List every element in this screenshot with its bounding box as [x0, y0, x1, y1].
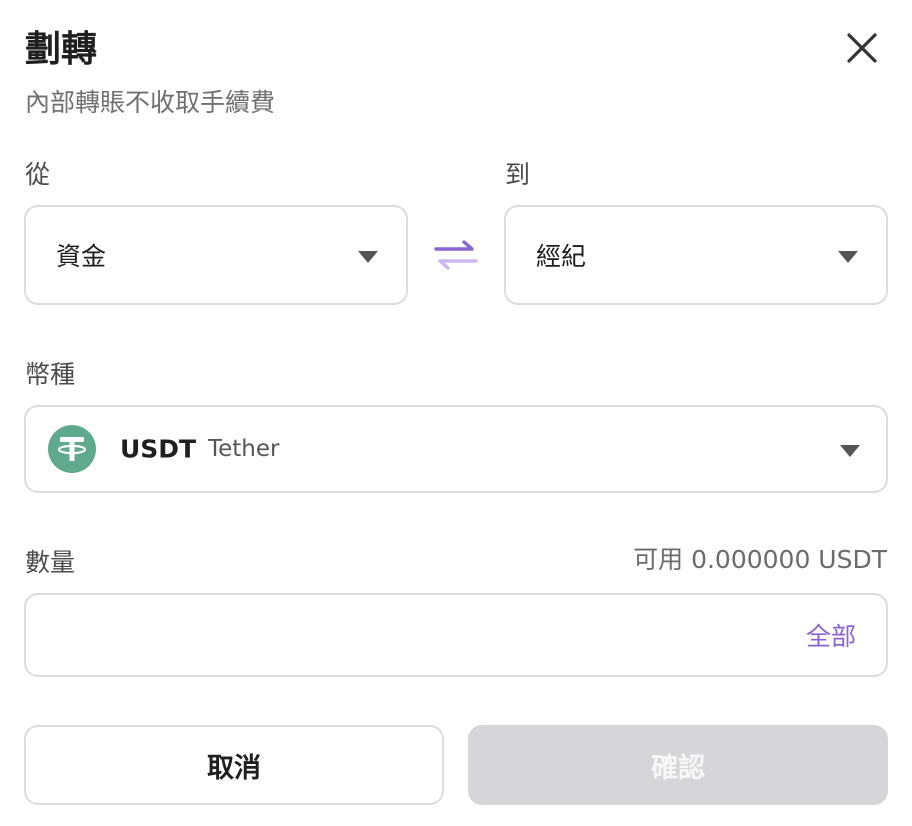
- swap-arrows-icon: [434, 240, 478, 270]
- currency-select[interactable]: USDT Tether: [24, 405, 888, 493]
- currency-label: 幣種: [25, 360, 76, 389]
- confirm-button[interactable]: 確認: [468, 725, 888, 805]
- to-label: 到: [505, 160, 531, 189]
- tether-icon: [48, 425, 96, 473]
- from-label: 從: [25, 160, 51, 189]
- to-account-select[interactable]: 經紀: [504, 205, 888, 305]
- caret-down-icon: [840, 445, 860, 457]
- from-account-select[interactable]: 資金: [24, 205, 408, 305]
- swap-direction-button[interactable]: [434, 240, 478, 270]
- currency-symbol: USDT: [120, 434, 197, 464]
- caret-down-icon: [838, 251, 858, 263]
- close-icon: [847, 33, 877, 63]
- currency-name: Tether: [208, 436, 280, 462]
- caret-down-icon: [358, 251, 378, 263]
- max-amount-button[interactable]: 全部: [806, 617, 856, 653]
- amount-field: 全部: [24, 593, 888, 677]
- to-account-value: 經紀: [536, 242, 587, 271]
- dialog-title: 劃轉: [25, 29, 98, 70]
- from-account-value: 資金: [56, 242, 107, 271]
- amount-input[interactable]: [50, 613, 750, 657]
- dialog-subtitle: 內部轉賬不收取手續費: [25, 88, 276, 117]
- amount-label: 數量: [25, 548, 76, 577]
- close-button[interactable]: [842, 28, 882, 68]
- transfer-dialog: 劃轉 內部轉賬不收取手續費 從 資金 到 經紀 幣種 USDT Tether 數…: [0, 0, 912, 826]
- cancel-button[interactable]: 取消: [24, 725, 444, 805]
- available-balance: 可用 0.000000 USDT: [633, 545, 887, 574]
